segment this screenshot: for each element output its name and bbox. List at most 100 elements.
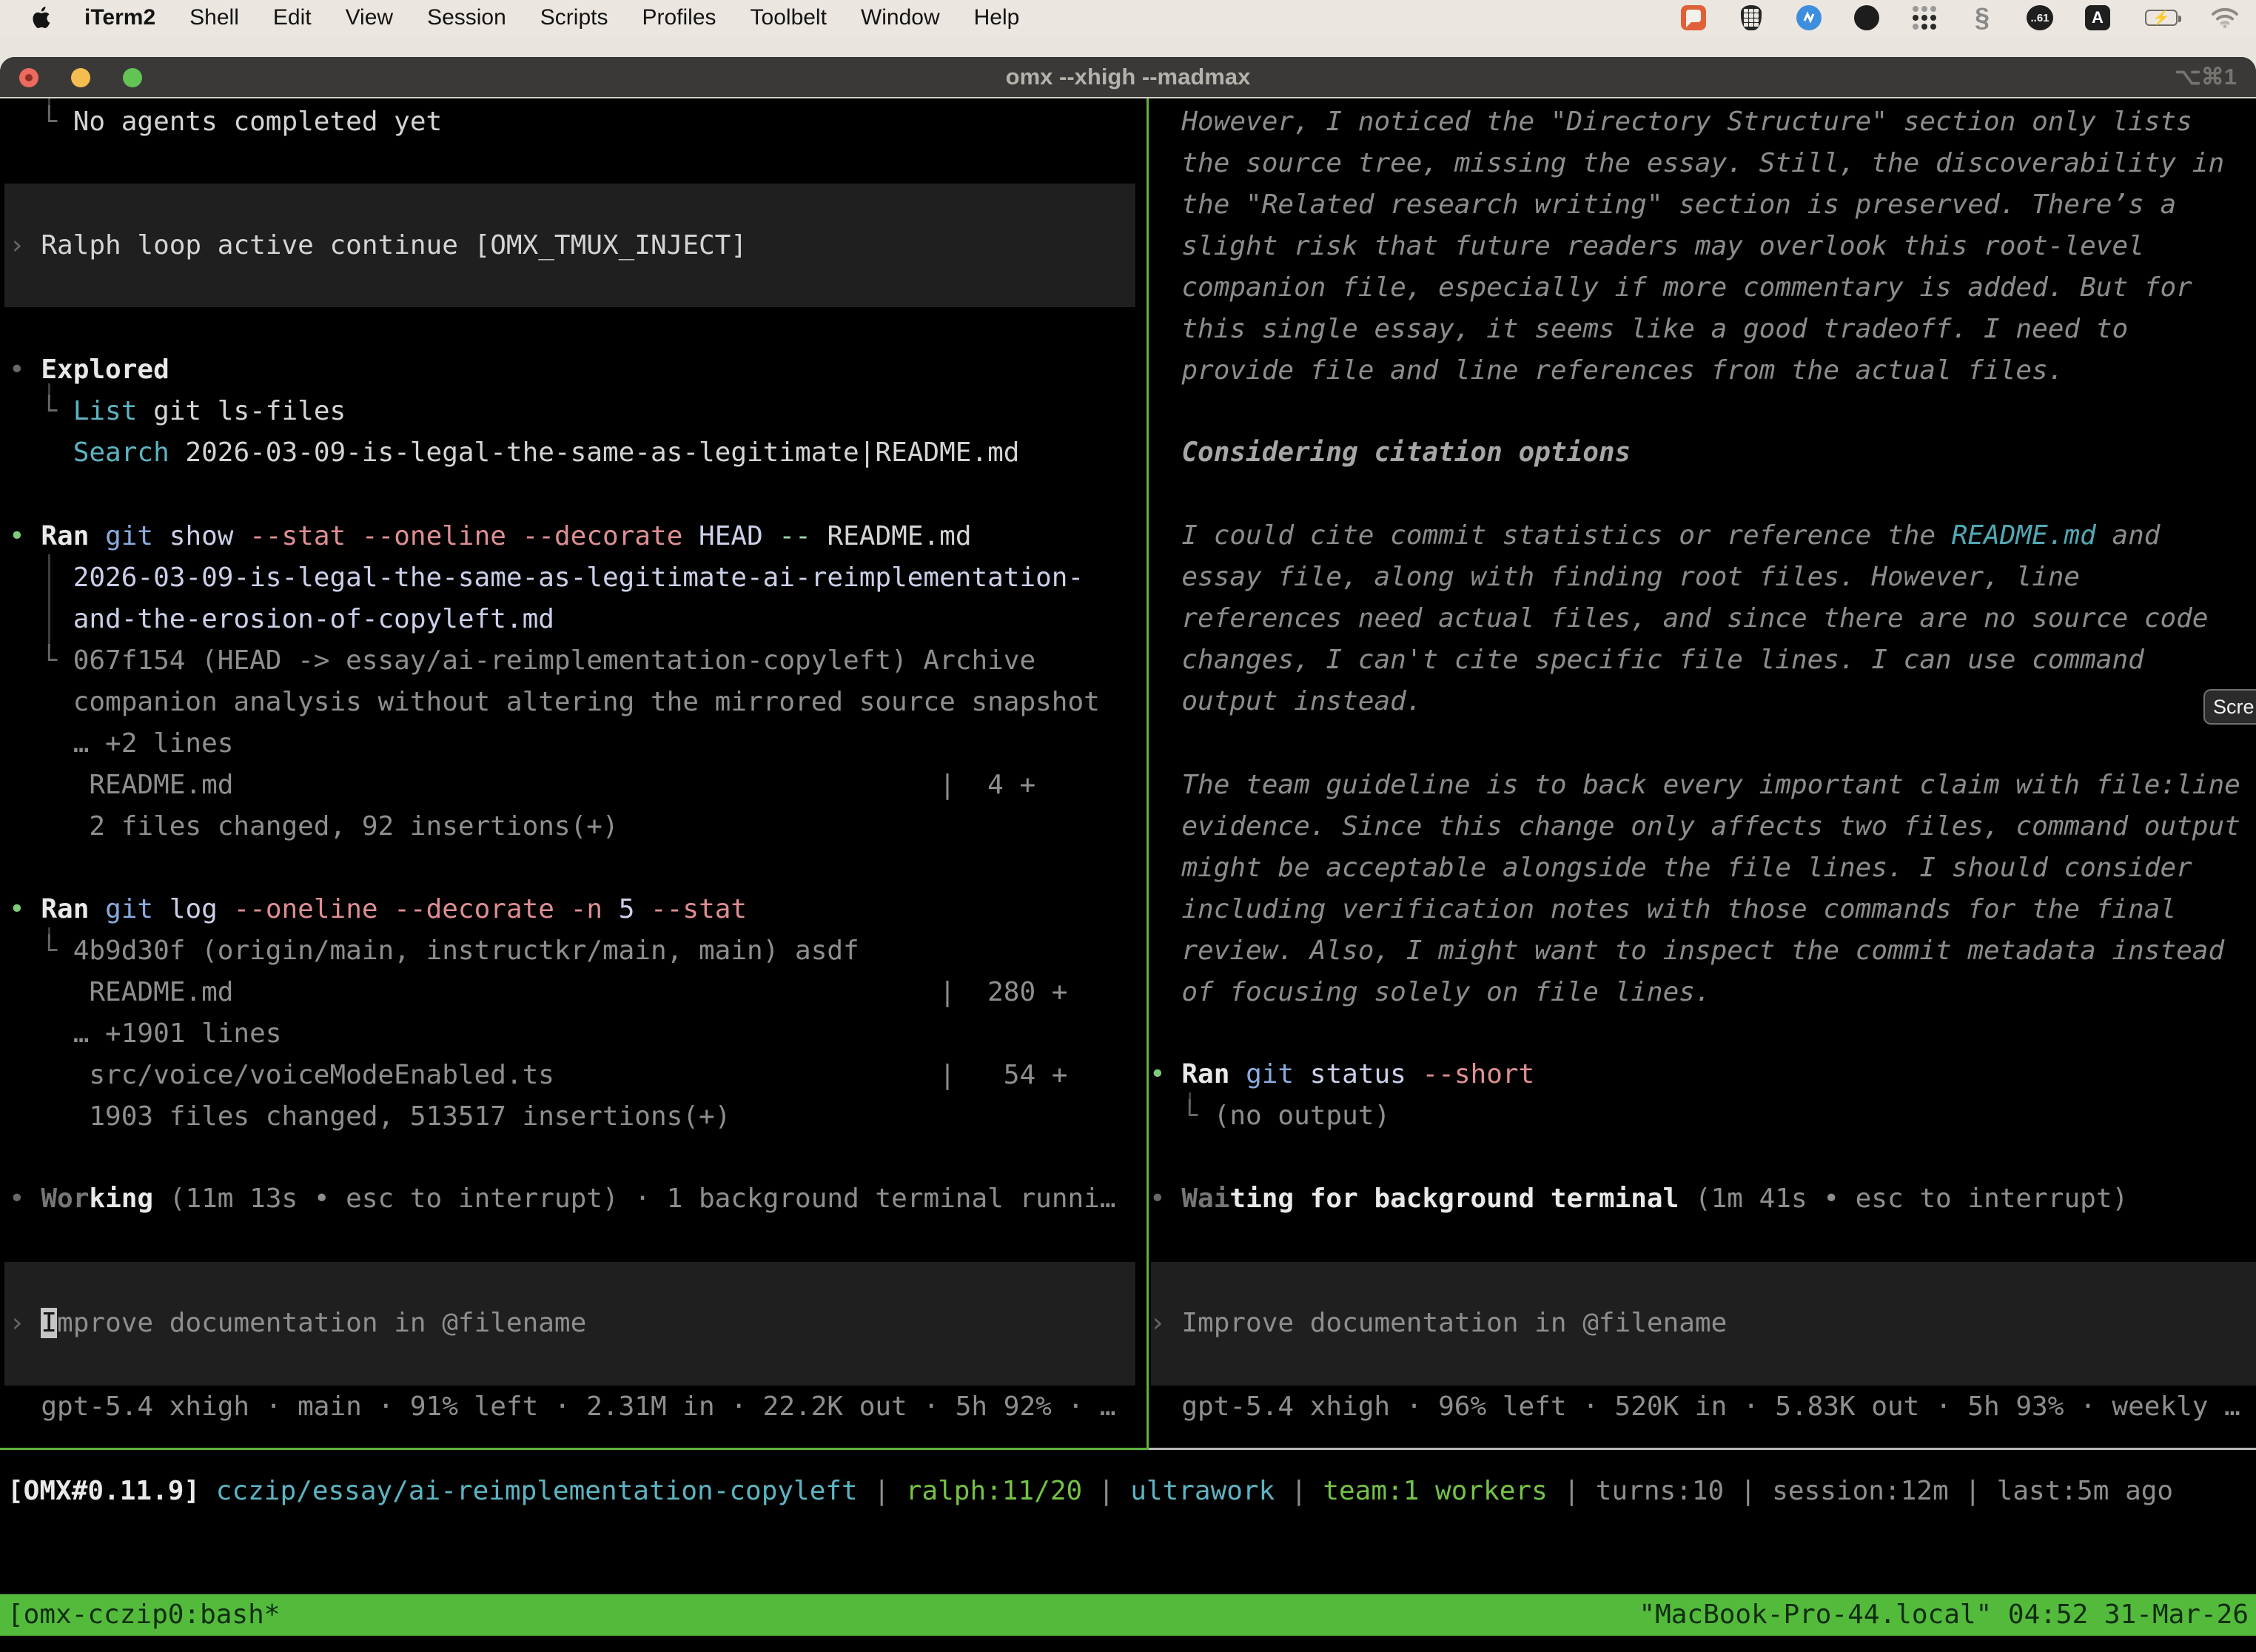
terminal-line: The team guideline is to back every impo… xyxy=(1149,765,2240,806)
terminal-line: might be acceptable alongside the file l… xyxy=(1149,847,2240,889)
terminal-content: [omx-cczip0:bash* "MacBook-Pro-44.local"… xyxy=(0,98,2256,1652)
terminal-line: … +2 lines xyxy=(9,723,1100,765)
terminal-line: Search 2026-03-09-is-legal-the-same-as-l… xyxy=(9,432,1019,474)
iterm2-window: omx --xhigh --madmax ⌥⌘1 [omx-cczip0:bas… xyxy=(0,57,2256,1652)
right-reasoning-heading: Considering citation options xyxy=(1149,432,1631,474)
menu-item-scripts[interactable]: Scripts xyxy=(540,5,608,30)
menu-item-window[interactable]: Window xyxy=(861,5,940,30)
right-reasoning-paragraph-3: The team guideline is to back every impo… xyxy=(1149,765,2240,1013)
omx-status-bar: [OMX#0.11.9] cczip/essay/ai-reimplementa… xyxy=(7,1471,2173,1512)
terminal-line: review. Also, I might want to inspect th… xyxy=(1149,930,2240,972)
dots-grid-icon[interactable] xyxy=(1911,4,1938,31)
terminal-line: However, I noticed the "Directory Struct… xyxy=(1149,101,2224,143)
left-session-status: gpt-5.4 xhigh · main · 91% left · 2.31M … xyxy=(9,1386,1116,1428)
terminal-line: 1903 files changed, 513517 insertions(+) xyxy=(9,1096,1067,1138)
left-pane-bottom-border xyxy=(0,1448,1147,1450)
terminal-line: 2026-03-09-is-legal-the-same-as-legitima… xyxy=(9,557,1100,599)
tmux-status-bar: [omx-cczip0:bash* "MacBook-Pro-44.local"… xyxy=(0,1594,2256,1636)
git-status-section: • Ran git status --short └ (no output) xyxy=(1149,1054,1534,1137)
window-title-bar: omx --xhigh --madmax ⌥⌘1 xyxy=(0,57,2256,98)
terminal-line: references need actual files, and since … xyxy=(1149,598,2208,639)
menu-item-view[interactable]: View xyxy=(346,5,393,30)
right-reasoning-paragraph-1: However, I noticed the "Directory Struct… xyxy=(1149,101,2224,392)
window-shortcut-badge: ⌥⌘1 xyxy=(2175,57,2237,98)
battery-icon[interactable]: ⚡ xyxy=(2142,4,2181,31)
menu-item-edit[interactable]: Edit xyxy=(273,5,312,30)
menu-item-profiles[interactable]: Profiles xyxy=(642,5,716,30)
keyboard-layout-icon[interactable]: A xyxy=(2084,4,2111,31)
git-log-section: • Ran git log --oneline --decorate -n 5 … xyxy=(9,889,1067,1138)
terminal-line: • Ran git log --oneline --decorate -n 5 … xyxy=(9,889,1067,930)
terminal-line: the "Related research writing" section i… xyxy=(1149,184,2224,226)
right-session-status: gpt-5.4 xhigh · 96% left · 520K in · 5.8… xyxy=(1149,1386,2240,1428)
terminal-line: provide file and line references from th… xyxy=(1149,350,2224,392)
terminal-line: I could cite commit statistics or refere… xyxy=(1149,515,2208,557)
terminal-line: └ 067f154 (HEAD -> essay/ai-reimplementa… xyxy=(9,640,1100,682)
git-show-section: • Ran git show --stat --oneline --decora… xyxy=(9,516,1100,847)
terminal-line: • Working (11m 13s • esc to interrupt) ·… xyxy=(9,1178,1116,1220)
right-waiting-status: • Waiting for background terminal (1m 41… xyxy=(1149,1178,2128,1220)
pane-divider[interactable] xyxy=(1147,98,1149,1450)
terminal-line: └ List git ls-files xyxy=(9,391,1019,432)
badge-61-icon[interactable]: ..61 xyxy=(2027,4,2053,31)
apple-icon xyxy=(31,7,52,29)
ralph-inject-line: › Ralph loop active continue [OMX_TMUX_I… xyxy=(9,225,747,266)
terminal-line: changes, I can't cite specific file line… xyxy=(1149,639,2208,681)
terminal-line: └ (no output) xyxy=(1149,1095,1534,1137)
terminal-line: this single essay, it seems like a good … xyxy=(1149,309,2224,350)
hook-icon[interactable]: § xyxy=(1969,4,1995,31)
menu-item-iterm2[interactable]: iTerm2 xyxy=(84,5,155,30)
shield-grid-icon[interactable] xyxy=(1738,4,1765,31)
tmux-host-clock: "MacBook-Pro-44.local" 04:52 31-Mar-26 xyxy=(1639,1594,2249,1636)
left-working-status: • Working (11m 13s • esc to interrupt) ·… xyxy=(9,1178,1116,1220)
menu-item-toolbelt[interactable]: Toolbelt xyxy=(751,5,827,30)
terminal-line: README.md | 4 + xyxy=(9,765,1100,806)
terminal-line: • Ran git status --short xyxy=(1149,1054,1534,1095)
crescent-circle-icon[interactable] xyxy=(1853,4,1880,31)
terminal-line: └ No agents completed yet xyxy=(9,101,442,143)
terminal-line: › Improve documentation in @filename xyxy=(9,1303,586,1344)
left-agents-note: └ No agents completed yet xyxy=(9,101,442,143)
right-reasoning-paragraph-2: I could cite commit statistics or refere… xyxy=(1149,515,2208,722)
terminal-line: essay file, along with finding root file… xyxy=(1149,557,2208,598)
terminal-line: • Waiting for background terminal (1m 41… xyxy=(1149,1178,2128,1220)
menu-bar-status-icons: § ..61 A ⚡ xyxy=(1680,4,2238,31)
terminal-line: 2 files changed, 92 insertions(+) xyxy=(9,806,1100,847)
terminal-line: companion analysis without altering the … xyxy=(9,682,1100,723)
terminal-line: › Ralph loop active continue [OMX_TMUX_I… xyxy=(9,225,747,266)
terminal-line: including verification notes with those … xyxy=(1149,889,2240,930)
right-pane-bottom-border xyxy=(1149,1448,2256,1450)
apple-menu[interactable] xyxy=(31,7,52,29)
terminal-line: the source tree, missing the essay. Stil… xyxy=(1149,143,2224,184)
terminal-line: gpt-5.4 xhigh · 96% left · 520K in · 5.8… xyxy=(1149,1386,2240,1428)
left-prompt-text: › Improve documentation in @filename xyxy=(9,1303,586,1344)
terminal-line: README.md | 280 + xyxy=(9,972,1067,1013)
chat-app-icon[interactable] xyxy=(1680,4,1707,31)
terminal-line: slight risk that future readers may over… xyxy=(1149,226,2224,267)
terminal-line: of focusing solely on file lines. xyxy=(1149,972,2240,1013)
menu-item-session[interactable]: Session xyxy=(427,5,506,30)
screen-share-overlay-label: Scre xyxy=(2213,696,2255,718)
terminal-line: evidence. Since this change only affects… xyxy=(1149,806,2240,847)
terminal-line: src/voice/voiceModeEnabled.ts | 54 + xyxy=(9,1055,1067,1096)
blue-badge-icon[interactable] xyxy=(1796,4,1822,31)
wifi-icon[interactable] xyxy=(2212,4,2238,31)
terminal-line: └ 4b9d30f (origin/main, instructkr/main,… xyxy=(9,930,1067,972)
terminal-line: • Ran git show --stat --oneline --decora… xyxy=(9,516,1100,557)
menu-item-help[interactable]: Help xyxy=(974,5,1020,30)
terminal-line: • Explored xyxy=(9,349,1019,391)
menu-items: iTerm2 Shell Edit View Session Scripts Profile… xyxy=(84,5,1019,30)
terminal-line: › Improve documentation in @filename xyxy=(1149,1303,1727,1344)
screen-share-overlay-tab[interactable]: Scre xyxy=(2203,689,2256,725)
terminal-line: output instead. xyxy=(1149,681,2208,722)
terminal-line: [OMX#0.11.9] cczip/essay/ai-reimplementa… xyxy=(7,1471,2173,1512)
terminal-line: gpt-5.4 xhigh · main · 91% left · 2.31M … xyxy=(9,1386,1116,1428)
menu-item-shell[interactable]: Shell xyxy=(189,5,239,30)
terminal-line: and-the-erosion-of-copyleft.md xyxy=(9,599,1100,640)
window-title: omx --xhigh --madmax xyxy=(0,57,2256,98)
macos-menu-bar: iTerm2 Shell Edit View Session Scripts Profile… xyxy=(0,0,2256,36)
right-prompt-text: › Improve documentation in @filename xyxy=(1149,1303,1727,1344)
explored-section: • Explored └ List git ls-files Search 20… xyxy=(9,349,1019,474)
terminal-line: companion file, especially if more comme… xyxy=(1149,267,2224,309)
terminal-line: Considering citation options xyxy=(1149,432,1631,474)
